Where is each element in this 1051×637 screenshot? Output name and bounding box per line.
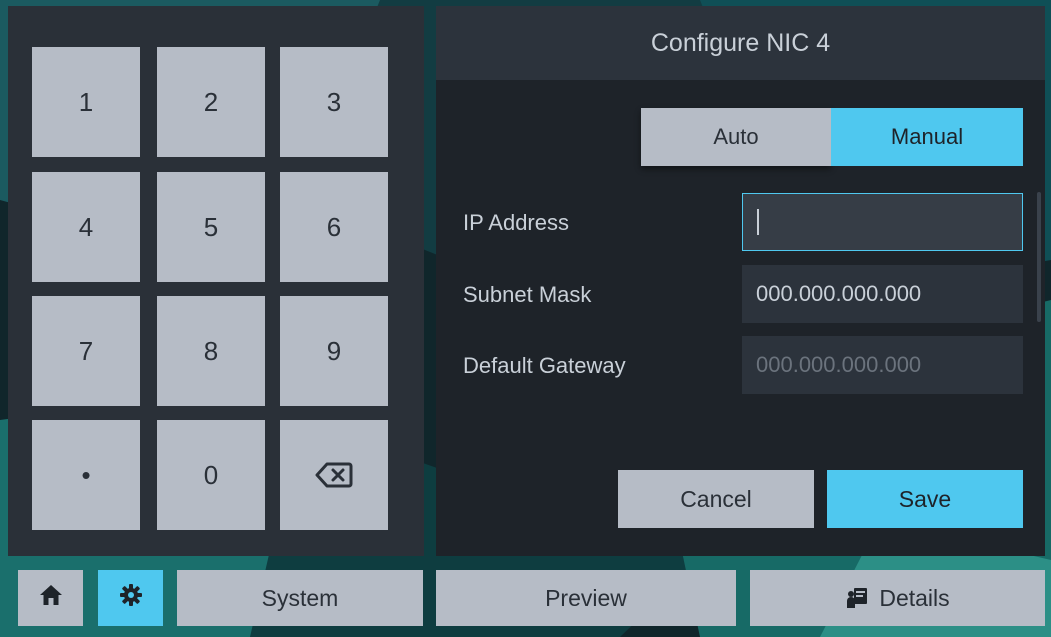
- cancel-button[interactable]: Cancel: [618, 470, 814, 528]
- default-gateway-input[interactable]: 000.000.000.000: [742, 336, 1023, 394]
- key-9[interactable]: 9: [280, 296, 388, 406]
- mode-auto-button[interactable]: Auto: [641, 108, 831, 166]
- details-button[interactable]: Details: [750, 570, 1045, 626]
- text-caret: [757, 209, 759, 235]
- home-icon: [39, 584, 63, 612]
- subnet-mask-input[interactable]: 000.000.000.000: [742, 265, 1023, 323]
- key-3[interactable]: 3: [280, 47, 388, 157]
- ip-address-input[interactable]: [742, 193, 1023, 251]
- gear-icon: [119, 583, 143, 613]
- ip-address-label: IP Address: [463, 210, 569, 235]
- key-6[interactable]: 6: [280, 172, 388, 282]
- key-4[interactable]: 4: [32, 172, 140, 282]
- form-scrollbar[interactable]: [1037, 192, 1041, 322]
- panel-title: Configure NIC 4: [436, 6, 1045, 80]
- presenter-icon: [845, 586, 869, 610]
- keypad-panel: 1 2 3 4 5 6 7 8 9 • 0: [8, 6, 424, 556]
- key-1[interactable]: 1: [32, 47, 140, 157]
- save-button[interactable]: Save: [827, 470, 1023, 528]
- key-8[interactable]: 8: [157, 296, 265, 406]
- configure-nic-panel: Configure NIC 4 Auto Manual IP Address S…: [436, 6, 1045, 556]
- system-button[interactable]: System: [177, 570, 423, 626]
- key-backspace[interactable]: [280, 420, 388, 530]
- key-7[interactable]: 7: [32, 296, 140, 406]
- backspace-icon: [315, 462, 353, 488]
- mode-manual-button[interactable]: Manual: [831, 108, 1023, 166]
- default-gateway-label: Default Gateway: [463, 353, 626, 378]
- key-2[interactable]: 2: [157, 47, 265, 157]
- subnet-mask-label: Subnet Mask: [463, 282, 592, 307]
- details-label: Details: [879, 584, 950, 611]
- settings-button[interactable]: [98, 570, 163, 626]
- key-dot[interactable]: •: [32, 420, 140, 530]
- home-button[interactable]: [18, 570, 83, 626]
- key-5[interactable]: 5: [157, 172, 265, 282]
- key-0[interactable]: 0: [157, 420, 265, 530]
- preview-button[interactable]: Preview: [436, 570, 736, 626]
